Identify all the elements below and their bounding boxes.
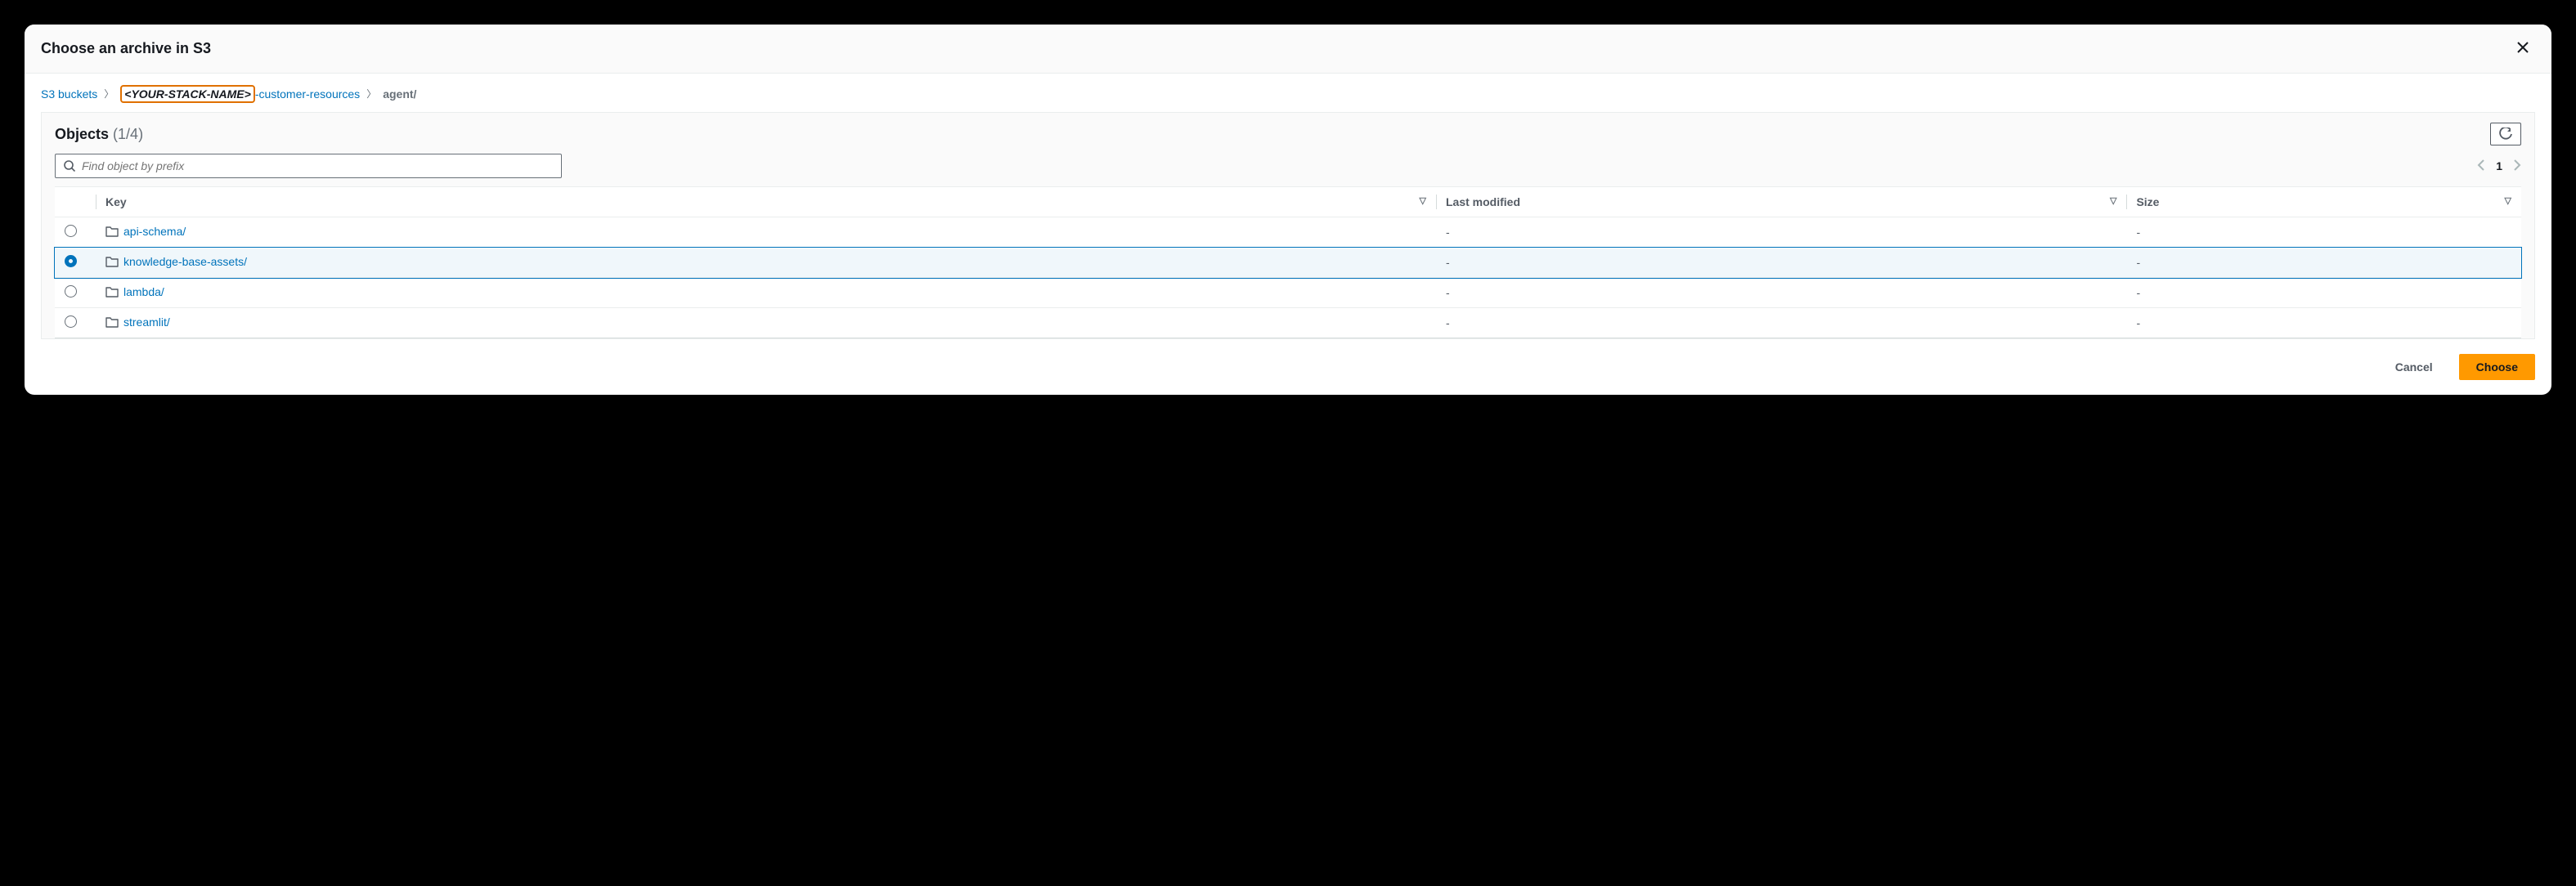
- search-icon: [64, 160, 75, 172]
- chevron-left-icon: [2477, 159, 2484, 171]
- cell-size: -: [2126, 217, 2521, 248]
- page-number: 1: [2496, 159, 2502, 172]
- column-last-modified[interactable]: Last modified: [1436, 187, 2126, 217]
- cell-last-modified: -: [1436, 217, 2126, 248]
- modal-footer: Cancel Choose: [25, 339, 2551, 395]
- cancel-button[interactable]: Cancel: [2379, 354, 2449, 380]
- cell-last-modified: -: [1436, 308, 2126, 338]
- s3-chooser-modal: Choose an archive in S3 S3 buckets 〉 <YO…: [25, 25, 2551, 395]
- cell-size: -: [2126, 278, 2521, 308]
- row-radio[interactable]: [65, 255, 77, 267]
- table-row[interactable]: streamlit/ --: [55, 308, 2521, 338]
- chevron-right-icon: 〉: [366, 87, 376, 101]
- row-radio[interactable]: [65, 225, 77, 237]
- stack-name-placeholder: <YOUR-STACK-NAME>: [120, 85, 255, 103]
- cell-size: -: [2126, 308, 2521, 338]
- table-row[interactable]: api-schema/ --: [55, 217, 2521, 248]
- folder-icon: [105, 316, 119, 330]
- toolbar: 1: [55, 154, 2521, 178]
- cell-last-modified: -: [1436, 248, 2126, 278]
- close-button[interactable]: [2511, 36, 2535, 61]
- panel-header: Objects (1/4): [55, 123, 2521, 145]
- modal-title: Choose an archive in S3: [41, 40, 211, 57]
- prev-page-button[interactable]: [2477, 159, 2484, 173]
- breadcrumb: S3 buckets 〉 <YOUR-STACK-NAME>-customer-…: [41, 87, 2535, 101]
- objects-panel: Objects (1/4) 1: [41, 112, 2535, 339]
- chevron-right-icon: [2514, 159, 2521, 171]
- search-box[interactable]: [55, 154, 562, 178]
- close-icon: [2517, 42, 2529, 53]
- cell-last-modified: -: [1436, 278, 2126, 308]
- bucket-suffix: -customer-resources: [255, 87, 360, 101]
- refresh-icon: [2499, 128, 2512, 141]
- object-link[interactable]: api-schema/: [123, 225, 186, 238]
- chevron-right-icon: 〉: [104, 87, 114, 101]
- search-input[interactable]: [82, 159, 553, 172]
- folder-icon: [105, 256, 119, 270]
- folder-icon: [105, 286, 119, 300]
- folder-icon: [105, 226, 119, 239]
- column-size[interactable]: Size: [2126, 187, 2521, 217]
- row-radio[interactable]: [65, 285, 77, 298]
- next-page-button[interactable]: [2514, 159, 2521, 173]
- table-row[interactable]: knowledge-base-assets/ --: [55, 248, 2521, 278]
- table-row[interactable]: lambda/ --: [55, 278, 2521, 308]
- object-link[interactable]: streamlit/: [123, 315, 170, 329]
- choose-button[interactable]: Choose: [2459, 354, 2535, 380]
- object-link[interactable]: lambda/: [123, 285, 164, 298]
- pager: 1: [2477, 159, 2521, 173]
- panel-title-text: Objects: [55, 126, 109, 142]
- row-radio[interactable]: [65, 315, 77, 328]
- modal-body: S3 buckets 〉 <YOUR-STACK-NAME>-customer-…: [25, 74, 2551, 339]
- breadcrumb-bucket[interactable]: <YOUR-STACK-NAME>-customer-resources: [120, 87, 360, 101]
- column-key[interactable]: Key: [96, 187, 1436, 217]
- refresh-button[interactable]: [2490, 123, 2521, 145]
- objects-table: Key Last modified Size api-schema/--know…: [55, 186, 2521, 338]
- panel-count: (1/4): [113, 126, 143, 142]
- object-link[interactable]: knowledge-base-assets/: [123, 255, 247, 268]
- breadcrumb-root[interactable]: S3 buckets: [41, 87, 97, 101]
- cell-size: -: [2126, 248, 2521, 278]
- column-select: [55, 187, 96, 217]
- breadcrumb-current: agent/: [383, 87, 416, 101]
- modal-header: Choose an archive in S3: [25, 25, 2551, 74]
- panel-title: Objects (1/4): [55, 126, 143, 143]
